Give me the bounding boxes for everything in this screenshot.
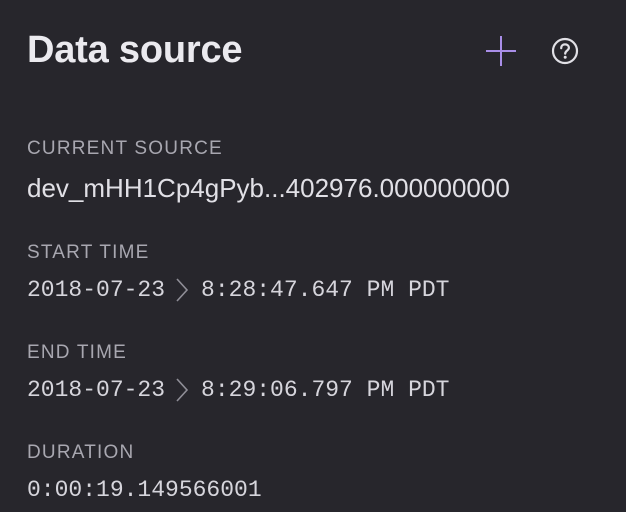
chevron-right-icon xyxy=(167,277,197,303)
plus-icon xyxy=(486,36,516,66)
current-source-value: dev_mHH1Cp4gPyb...402976.000000000 xyxy=(27,173,510,203)
help-circle-icon xyxy=(551,37,579,65)
start-time-value: 2018-07-23 8:28:47.647 PM PDT xyxy=(27,276,606,304)
current-source-label: CURRENT SOURCE xyxy=(27,138,223,159)
panel-header: Data source xyxy=(27,28,586,72)
current-source-section: CURRENT SOURCE dev_mHH1Cp4gPyb...402976.… xyxy=(27,138,606,203)
end-date: 2018-07-23 xyxy=(27,377,166,403)
end-time-value: 2018-07-23 8:29:06.797 PM PDT xyxy=(27,376,606,404)
start-time: 8:28:47.647 PM PDT xyxy=(201,277,450,303)
start-time-label: START TIME xyxy=(27,242,150,263)
help-button[interactable] xyxy=(547,33,583,69)
panel-title: Data source xyxy=(27,29,243,71)
data-source-panel: Data source CURRENT SOURCE dev_mHH1Cp4gP… xyxy=(0,0,626,512)
duration-value: 0:00:19.149566001 xyxy=(27,477,262,503)
chevron-right-icon xyxy=(167,377,197,403)
end-time-label: END TIME xyxy=(27,342,128,363)
duration-section: DURATION 0:00:19.149566001 xyxy=(27,442,606,504)
duration-label: DURATION xyxy=(27,442,135,463)
start-time-section: START TIME 2018-07-23 8:28:47.647 PM PDT xyxy=(27,242,606,304)
add-source-button[interactable] xyxy=(483,33,519,69)
end-time-section: END TIME 2018-07-23 8:29:06.797 PM PDT xyxy=(27,342,606,404)
start-date: 2018-07-23 xyxy=(27,277,166,303)
end-time: 8:29:06.797 PM PDT xyxy=(201,377,450,403)
